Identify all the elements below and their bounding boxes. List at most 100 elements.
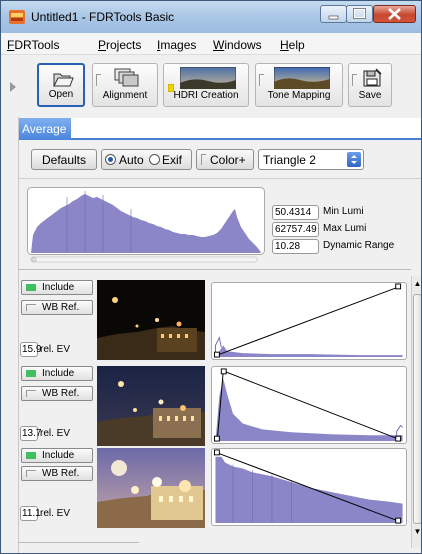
exif-label: Exif xyxy=(162,153,183,167)
response-curve-plot xyxy=(211,282,407,360)
tab-strip: Average xyxy=(19,118,421,140)
menu-fdrtools-label: DRTools xyxy=(14,38,60,52)
alignment-icon xyxy=(114,68,139,87)
tone-mapping-label: Tone Mapping xyxy=(267,90,331,101)
menu-help[interactable]: Help xyxy=(280,38,305,52)
triangle-select[interactable]: Triangle 2 xyxy=(258,149,364,170)
options-row: Defaults Auto Exif Color+ Triangle 2 xyxy=(19,143,421,176)
color-plus-label: Color+ xyxy=(210,153,246,167)
maximize-button[interactable] xyxy=(346,5,373,23)
menu-projects-mnemonic: P xyxy=(98,38,107,52)
include-label: Include xyxy=(42,368,75,379)
menu-fdrtools[interactable]: FDRTools xyxy=(7,38,59,52)
floppy-disk-icon xyxy=(363,68,382,87)
wb-ref-toggle[interactable]: WB Ref. xyxy=(21,300,93,315)
image-thumbnail xyxy=(97,280,205,360)
hdri-creation-label: HDRI Creation xyxy=(173,90,239,101)
curve-handle-peak[interactable] xyxy=(220,368,227,375)
tone-mapping-checkbox xyxy=(259,74,264,86)
hdri-creation-button[interactable]: HDRI Creation xyxy=(163,63,249,107)
rel-ev-label: rel. EV xyxy=(40,344,71,355)
open-button[interactable]: Open xyxy=(37,63,85,107)
scroll-up-arrow-icon[interactable]: ▲ xyxy=(413,278,421,290)
tone-mapping-button[interactable]: Tone Mapping xyxy=(255,63,343,107)
include-toggle[interactable]: Include xyxy=(21,280,93,295)
defaults-button[interactable]: Defaults xyxy=(31,149,97,170)
app-window: Untitled1 - FDRTools Basic FDRTools Proj… xyxy=(0,0,422,554)
tone-mapping-thumbnail-icon xyxy=(274,67,330,89)
toolbar: Open Alignment HDRI Creation Tone Mappin… xyxy=(1,55,421,117)
alignment-label: Alignment xyxy=(102,90,148,101)
rel-ev-label: rel. EV xyxy=(40,508,71,519)
color-plus-toggle[interactable]: Color+ xyxy=(196,149,254,170)
image-thumbnail xyxy=(97,448,205,528)
alignment-checkbox xyxy=(96,74,101,86)
menu-images[interactable]: Images xyxy=(157,38,196,52)
alignment-button[interactable]: Alignment xyxy=(92,63,158,107)
tab-average[interactable]: Average xyxy=(19,118,71,140)
menu-help-label: elp xyxy=(288,38,305,52)
menu-windows-label: indows xyxy=(224,38,262,52)
menu-windows[interactable]: Windows xyxy=(213,38,262,52)
dynamic-range-value: 10.28 xyxy=(272,239,319,254)
curve-handle-start[interactable] xyxy=(214,351,220,358)
minimize-button[interactable] xyxy=(320,5,347,23)
min-lumi-label: Min Lumi xyxy=(323,206,364,217)
response-curve-plot xyxy=(211,366,407,444)
wb-ref-toggle[interactable]: WB Ref. xyxy=(21,466,93,481)
folder-open-icon xyxy=(53,73,74,87)
curve-handle-end[interactable] xyxy=(395,435,402,442)
exif-radio[interactable] xyxy=(149,154,160,165)
toolbar-expand-arrow-icon[interactable] xyxy=(10,82,16,92)
wb-ref-toggle[interactable]: WB Ref. xyxy=(21,386,93,401)
include-label: Include xyxy=(42,450,75,461)
include-toggle[interactable]: Include xyxy=(21,366,93,381)
curve-handle-end[interactable] xyxy=(395,283,402,290)
rel-ev-value[interactable]: 13.7 xyxy=(20,426,41,441)
select-arrows-icon[interactable] xyxy=(347,152,361,167)
rel-ev-value[interactable]: 11.1 xyxy=(20,506,41,521)
save-button[interactable]: Save xyxy=(348,63,392,107)
minimize-icon xyxy=(328,15,339,20)
response-curve-plot xyxy=(211,448,407,526)
histogram-panel: 50.4314 Min Lumi 62757.49 Max Lumi 10.28… xyxy=(19,178,421,268)
image-row: Include WB Ref. 13.7 rel. EV xyxy=(19,364,411,450)
curve-handle-start[interactable] xyxy=(214,449,220,456)
dynamic-range-label: Dynamic Range xyxy=(323,240,395,251)
include-toggle[interactable]: Include xyxy=(21,448,93,463)
auto-label: Auto xyxy=(119,153,144,167)
min-lumi-value: 50.4314 xyxy=(272,205,319,220)
menu-projects-label: rojects xyxy=(106,38,142,52)
triangle-select-value: Triangle 2 xyxy=(263,153,316,167)
save-checkbox xyxy=(352,74,357,86)
luminance-histogram xyxy=(27,187,265,263)
image-thumbnail xyxy=(97,366,205,446)
curve-handle-end[interactable] xyxy=(395,517,402,524)
rel-ev-value[interactable]: 15.9 xyxy=(20,342,41,357)
curve-handle-start[interactable] xyxy=(214,435,220,442)
left-panel-edge xyxy=(1,117,19,553)
max-lumi-label: Max Lumi xyxy=(323,223,367,234)
image-row: Include WB Ref. 15.9 rel. EV xyxy=(19,278,411,364)
status-bar xyxy=(19,542,139,550)
app-icon xyxy=(9,10,25,24)
wb-ref-checkbox xyxy=(26,304,36,311)
image-row: Include WB Ref. 11.1 rel. EV xyxy=(19,448,411,534)
close-button[interactable] xyxy=(373,5,416,23)
menu-projects[interactable]: Projects xyxy=(98,38,141,52)
menu-help-mnemonic: H xyxy=(280,38,289,52)
source-radio-group: Auto Exif xyxy=(101,149,192,170)
menu-windows-mnemonic: W xyxy=(213,38,225,52)
auto-radio[interactable] xyxy=(105,154,116,165)
hdri-thumbnail-icon xyxy=(180,67,236,89)
image-list-scrollbar[interactable]: ▲ ▼ xyxy=(411,276,421,548)
wb-ref-checkbox xyxy=(26,470,36,477)
rel-ev-label: rel. EV xyxy=(40,428,71,439)
scrollbar-thumb[interactable] xyxy=(413,294,421,524)
include-indicator-icon xyxy=(26,284,36,291)
maximize-icon xyxy=(353,8,366,19)
wb-ref-label: WB Ref. xyxy=(42,468,80,479)
max-lumi-value: 62757.49 xyxy=(272,222,319,237)
title-bar[interactable]: Untitled1 - FDRTools Basic xyxy=(1,1,421,33)
scroll-down-arrow-icon[interactable]: ▼ xyxy=(413,526,421,538)
